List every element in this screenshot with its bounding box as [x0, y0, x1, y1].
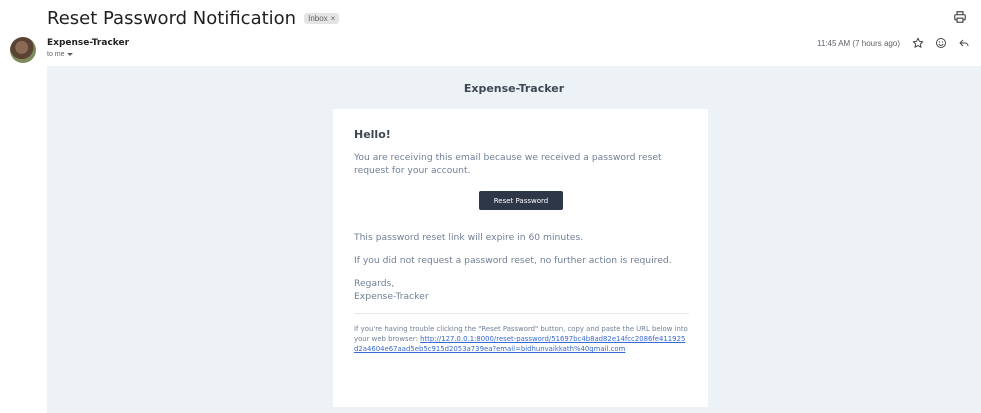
email-signature: Expense-Tracker [354, 291, 429, 302]
email-content-card: Hello! You are receiving this email beca… [333, 109, 708, 407]
sender-avatar[interactable] [10, 37, 36, 63]
email-no-action-note: If you did not request a password reset,… [354, 255, 672, 266]
email-expire-note: This password reset link will expire in … [354, 232, 584, 243]
message-timestamp: 11:45 AM (7 hours ago) [816, 38, 900, 48]
inbox-label-text: Inbox [308, 13, 328, 23]
reply-icon[interactable] [958, 37, 970, 49]
email-subject-row: Reset Password Notification Inbox × [47, 6, 340, 30]
reset-password-button[interactable]: Reset Password [479, 191, 563, 210]
print-icon[interactable] [953, 10, 967, 24]
emoji-icon[interactable] [935, 37, 947, 49]
message-actions: 11:45 AM (7 hours ago) [817, 36, 981, 50]
star-icon[interactable] [912, 37, 924, 49]
email-brand-header[interactable]: Expense-Tracker [47, 82, 981, 95]
chevron-down-icon [66, 53, 73, 56]
content-divider [354, 313, 689, 314]
recipient-dropdown[interactable]: to me [47, 51, 73, 58]
remove-label-icon[interactable]: × [331, 14, 336, 23]
inbox-label-chip[interactable]: Inbox × [304, 12, 340, 24]
sender-name[interactable]: Expense-Tracker [47, 38, 129, 48]
email-greeting: Hello! [354, 128, 391, 141]
recipient-text: to me [47, 51, 65, 58]
email-body-frame: Expense-Tracker Hello! You are receiving… [47, 66, 981, 413]
email-subcopy: If you're having trouble clicking the "R… [354, 324, 689, 354]
email-salutation: Regards, [354, 278, 395, 289]
email-intro: You are receiving this email because we … [354, 152, 662, 176]
email-subject: Reset Password Notification [47, 7, 297, 29]
